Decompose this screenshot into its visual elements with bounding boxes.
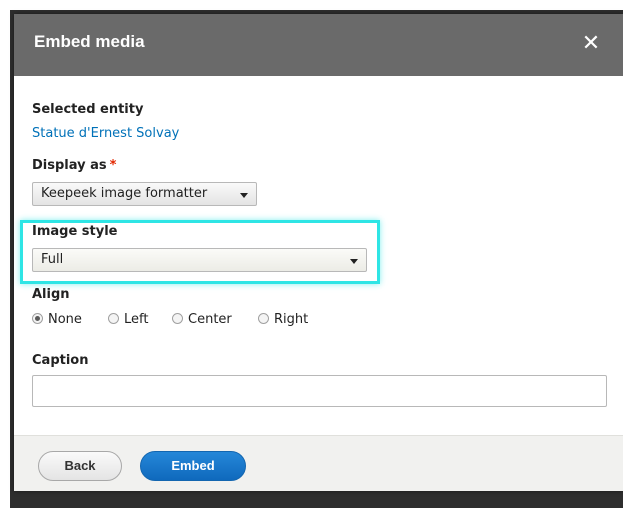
caption-label: Caption	[32, 353, 89, 368]
align-option-label: Left	[124, 312, 149, 327]
radio-unchecked-icon	[108, 313, 119, 324]
image-style-select[interactable]: Full	[32, 248, 367, 272]
embed-media-dialog: Embed media ✕ Selected entity Statue d'E…	[14, 14, 623, 491]
image-style-label: Image style	[32, 224, 118, 239]
display-as-value: Keepeek image formatter	[41, 186, 208, 201]
align-option-label: Center	[188, 312, 232, 327]
selected-entity-label: Selected entity	[32, 102, 144, 117]
align-option-label: Right	[274, 312, 309, 327]
align-label: Align	[32, 287, 70, 302]
required-marker: *	[109, 158, 117, 173]
radio-unchecked-icon	[172, 313, 183, 324]
display-as-label-text: Display as	[32, 158, 107, 173]
align-option-label: None	[48, 312, 82, 327]
display-as-label: Display as *	[32, 158, 116, 173]
dialog-footer: Back Embed	[14, 435, 623, 491]
close-icon[interactable]: ✕	[580, 33, 602, 55]
dialog-titlebar: Embed media ✕	[14, 14, 623, 76]
caption-input[interactable]	[32, 375, 607, 407]
selected-entity-link[interactable]: Statue d'Ernest Solvay	[32, 126, 179, 141]
image-style-value: Full	[41, 252, 64, 267]
dialog-title: Embed media	[34, 32, 145, 51]
embed-button[interactable]: Embed	[140, 451, 246, 481]
display-as-select[interactable]: Keepeek image formatter	[32, 182, 257, 206]
chevron-down-icon	[350, 259, 358, 264]
back-button[interactable]: Back	[38, 451, 122, 481]
radio-unchecked-icon	[258, 313, 269, 324]
chevron-down-icon	[240, 193, 248, 198]
radio-checked-icon	[32, 313, 43, 324]
